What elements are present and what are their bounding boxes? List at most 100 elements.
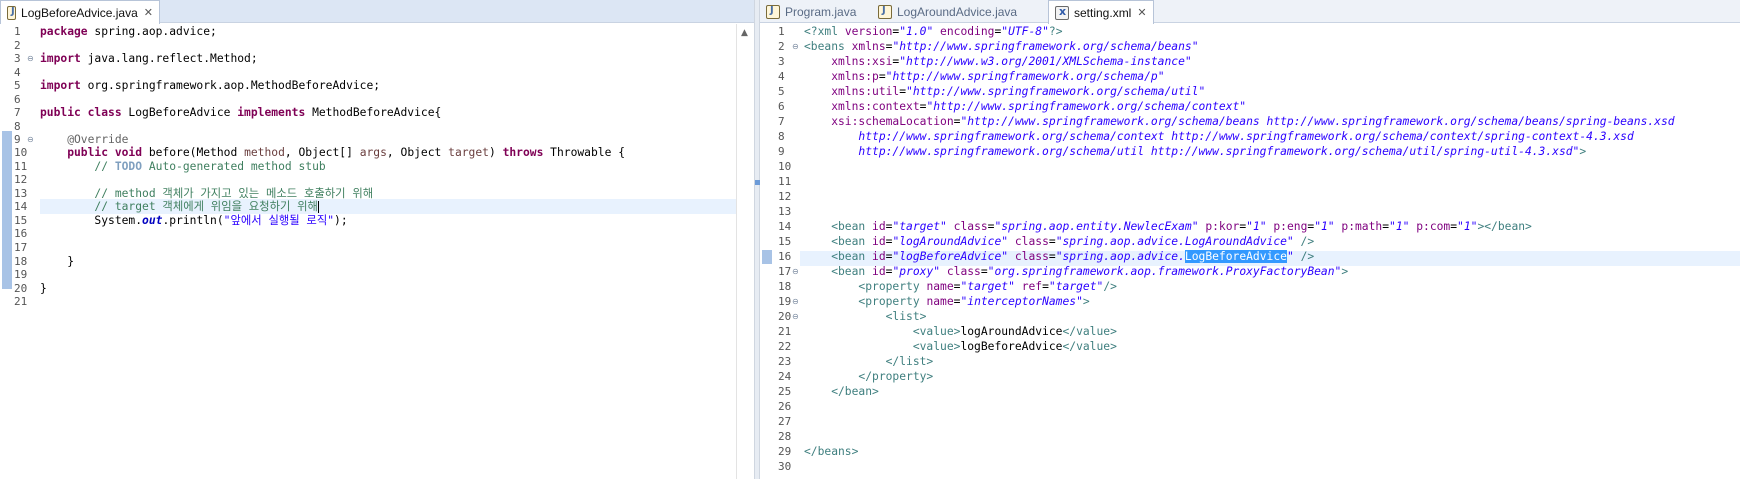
line-number: 10 <box>14 146 28 159</box>
xml-line-15: <bean id="logAroundAdvice" class="spring… <box>804 235 1315 248</box>
line-number: 22 <box>778 340 792 353</box>
line-number: 1 <box>14 25 21 38</box>
right-tab-bar: Program.java LogAroundAdvice.java settin… <box>760 0 1740 24</box>
code-line-3: import java.lang.reflect.Method; <box>40 52 258 65</box>
line-number: 8 <box>778 130 785 143</box>
line-number: 21 <box>778 325 792 338</box>
xml-line-8: http://www.springframework.org/schema/co… <box>804 130 1634 143</box>
tab-label: setting.xml <box>1074 5 1132 20</box>
close-icon[interactable]: ✕ <box>144 6 153 19</box>
fold-toggle-icon[interactable]: ⊖ <box>27 132 34 147</box>
xml-line-4: xmlns:p="http://www.springframework.org/… <box>804 70 1165 83</box>
java-editor-pane[interactable]: LogBeforeAdvice.java ✕ 12345678910111213… <box>0 0 754 479</box>
line-number-gutter: 1 2 3 4 5 6 7 8 9 10 11 12 13 14 15 16 17 18 19 20 21 22 23 24 2… <box>774 24 799 479</box>
line-number: 2 <box>778 40 785 53</box>
line-number: 1 <box>778 25 785 38</box>
line-number: 5 <box>14 79 21 92</box>
xml-line-25: </bean> <box>804 385 879 398</box>
xml-code[interactable]: <?xml version="1.0" encoding="UTF-8"?> <… <box>804 24 1740 479</box>
line-number: 28 <box>778 430 792 443</box>
fold-toggle-icon[interactable]: ⊖ <box>792 264 799 279</box>
code-line-1: package spring.aop.advice; <box>40 25 217 38</box>
line-number: 12 <box>778 190 792 203</box>
tab-label: LogAroundAdvice.java <box>897 4 1018 19</box>
xml-line-16: <bean id="logBeforeAdvice" class="spring… <box>804 250 1315 263</box>
line-number: 30 <box>778 460 792 473</box>
line-number-gutter: 1 2 3 4 5 6 7 8 9 10 11 12 13 14 15 16 17 18 19 20 21 ⊖ ⊖ <box>14 24 36 479</box>
left-vertical-scrollbar[interactable]: ▲ <box>736 24 754 479</box>
fold-toggle-icon[interactable]: ⊖ <box>27 51 34 66</box>
line-number: 12 <box>14 173 28 186</box>
xml-code-editor[interactable]: 1 2 3 4 5 6 7 8 9 10 11 12 13 14 15 16 17 18 19 20 21 22 23 24 2… <box>760 24 1740 479</box>
xml-file-icon <box>1055 5 1069 20</box>
line-number: 16 <box>14 227 28 240</box>
xml-line-23: </list> <box>804 355 934 368</box>
code-line-20: } <box>40 282 47 295</box>
line-number: 23 <box>778 355 792 368</box>
line-number: 19 <box>14 268 28 281</box>
line-number: 19 <box>778 295 792 308</box>
fold-toggle-icon[interactable]: ⊖ <box>792 309 799 324</box>
line-number: 10 <box>778 160 792 173</box>
line-number: 4 <box>778 70 785 83</box>
code-line-15: System.out.println("앞에서 실행될 로직"); <box>40 214 348 227</box>
xml-line-29: </beans> <box>804 445 859 458</box>
line-number: 17 <box>14 241 28 254</box>
tab-logaroundadvice-java[interactable]: LogAroundAdvice.java <box>872 0 1042 23</box>
tab-logbeforeadvice-java[interactable]: LogBeforeAdvice.java ✕ <box>0 0 160 24</box>
line-number: 3 <box>778 55 785 68</box>
xml-line-14: <bean id="target" class="spring.aop.enti… <box>804 220 1532 233</box>
code-line-5: import org.springframework.aop.MethodBef… <box>40 79 381 92</box>
line-number: 5 <box>778 85 785 98</box>
xml-line-5: xmlns:util="http://www.springframework.o… <box>804 85 1206 98</box>
line-number: 24 <box>778 370 792 383</box>
line-number: 7 <box>778 115 785 128</box>
line-number: 26 <box>778 400 792 413</box>
xml-line-3: xmlns:xsi="http://www.w3.org/2001/XMLSch… <box>804 55 1192 68</box>
java-code[interactable]: package spring.aop.advice; import java.l… <box>40 24 736 479</box>
line-number: 21 <box>14 295 28 308</box>
java-file-icon <box>878 4 892 19</box>
xml-editor-pane[interactable]: Program.java LogAroundAdvice.java settin… <box>760 0 1740 479</box>
xml-line-17: <bean id="proxy" class="org.springframew… <box>804 265 1349 278</box>
line-number: 6 <box>778 100 785 113</box>
scroll-up-icon[interactable]: ▲ <box>741 28 748 38</box>
line-number: 18 <box>778 280 792 293</box>
line-number: 13 <box>778 205 792 218</box>
java-file-icon <box>766 4 780 19</box>
tab-setting-xml[interactable]: setting.xml ✕ <box>1048 0 1154 24</box>
change-marker <box>2 131 12 289</box>
tab-label: LogBeforeAdvice.java <box>21 5 138 20</box>
close-icon[interactable]: ✕ <box>1137 6 1146 19</box>
fold-toggle-icon[interactable]: ⊖ <box>792 39 799 54</box>
xml-line-19: <property name="interceptorNames"> <box>804 295 1090 308</box>
line-number: 16 <box>778 250 792 263</box>
code-line-18: } <box>40 255 75 268</box>
line-number: 25 <box>778 385 792 398</box>
xml-line-18: <property name="target" ref="target"/> <box>804 280 1117 293</box>
xml-line-6: xmlns:context="http://www.springframewor… <box>804 100 1247 113</box>
code-line-11: // TODO Auto-generated method stub <box>40 160 326 173</box>
xml-line-9: http://www.springframework.org/schema/ut… <box>804 145 1587 158</box>
line-number: 7 <box>14 106 21 119</box>
text-caret <box>317 201 319 213</box>
line-number: 9 <box>778 145 785 158</box>
line-number: 14 <box>14 200 28 213</box>
xml-line-24: </property> <box>804 370 934 383</box>
xml-line-1: <?xml version="1.0" encoding="UTF-8"?> <box>804 25 1063 38</box>
line-number: 17 <box>778 265 792 278</box>
selected-text[interactable]: LogBeforeAdvice <box>1184 250 1287 263</box>
line-number: 20 <box>778 310 792 323</box>
xml-line-2: <beans xmlns="http://www.springframework… <box>804 40 1199 53</box>
code-line-14: // target 객체에게 위임을 요청하기 위해 <box>40 200 319 213</box>
java-code-editor[interactable]: 1 2 3 4 5 6 7 8 9 10 11 12 13 14 15 16 17 18 19 20 21 ⊖ ⊖ pack… <box>0 24 754 479</box>
left-annotation-ruler <box>0 24 14 479</box>
tab-program-java[interactable]: Program.java <box>760 0 870 23</box>
fold-toggle-icon[interactable]: ⊖ <box>792 294 799 309</box>
line-number: 29 <box>778 445 792 458</box>
xml-line-22: <value>logBeforeAdvice</value> <box>804 340 1117 353</box>
left-tab-bar: LogBeforeAdvice.java ✕ <box>0 0 754 24</box>
change-marker <box>762 250 772 264</box>
xml-line-7: xsi:schemaLocation="http://www.springfra… <box>804 115 1675 128</box>
line-number: 15 <box>778 235 792 248</box>
